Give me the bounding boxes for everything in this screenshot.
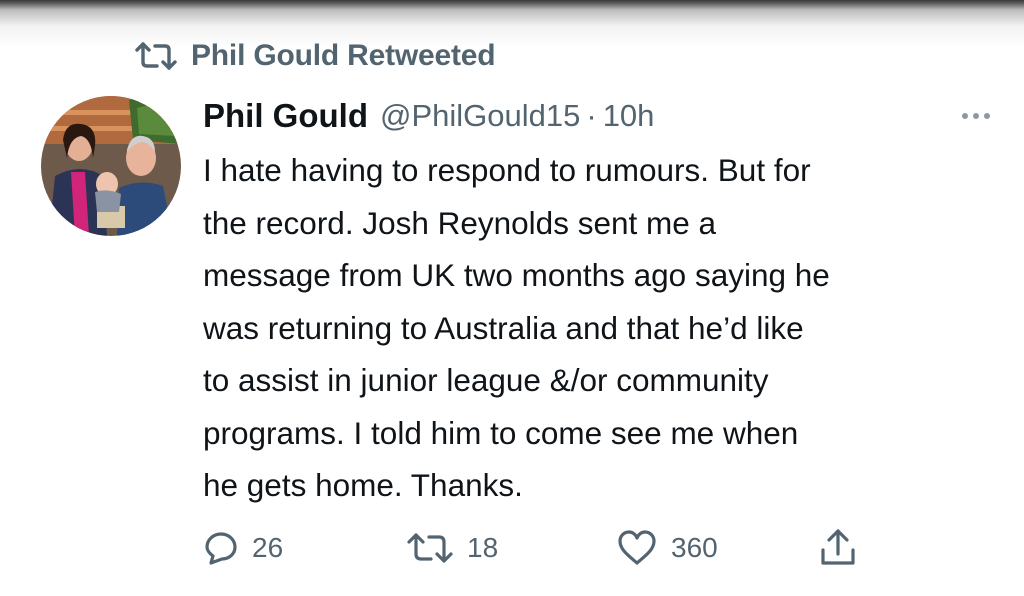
tweet-text-line: programs. I told him to come see me when (203, 414, 799, 451)
tweet-text-line: I hate having to respond to rumours. But… (203, 152, 811, 188)
retweet-count: 18 (467, 532, 499, 563)
action-bar: 26 18 360 (0, 524, 1024, 572)
more-dot (984, 113, 990, 119)
tweet-text-line: message from UK two months ago saying he (203, 257, 830, 293)
tweet-header: Phil Gould @PhilGould15 · 10h (203, 94, 654, 138)
more-dot (973, 113, 979, 119)
like-button[interactable]: 360 (617, 524, 718, 572)
more-dot (962, 113, 968, 119)
retweet-icon (407, 532, 453, 564)
avatar[interactable] (41, 96, 181, 236)
retweet-context[interactable]: Phil Gould Retweeted (135, 36, 496, 76)
separator-dot: · (586, 98, 597, 133)
reply-button[interactable]: 26 (204, 524, 283, 572)
heart-icon (617, 530, 657, 566)
author-name[interactable]: Phil Gould (203, 97, 368, 135)
reply-count: 26 (252, 532, 284, 563)
tweet-text-line: he gets home. Thanks. (203, 467, 523, 503)
retweet-label: Phil Gould Retweeted (191, 39, 496, 72)
timestamp[interactable]: 10h (603, 98, 655, 134)
author-handle[interactable]: @PhilGould15 (380, 98, 580, 134)
tweet-text-line: the record. Josh Reynolds sent me a (203, 204, 717, 241)
like-count: 360 (671, 532, 718, 563)
share-button[interactable] (820, 524, 856, 572)
more-icon[interactable] (952, 104, 1000, 128)
reply-icon (204, 531, 238, 565)
tweet-text-line: was returning to Australia and that he’d… (203, 309, 804, 346)
retweet-icon (135, 41, 177, 71)
tweet-text-line: to assist in junior league &/or communit… (203, 362, 769, 398)
tweet-text: I hate having to respond to rumours. But… (203, 144, 1003, 512)
retweet-button[interactable]: 18 (407, 524, 498, 572)
share-icon (820, 529, 856, 567)
